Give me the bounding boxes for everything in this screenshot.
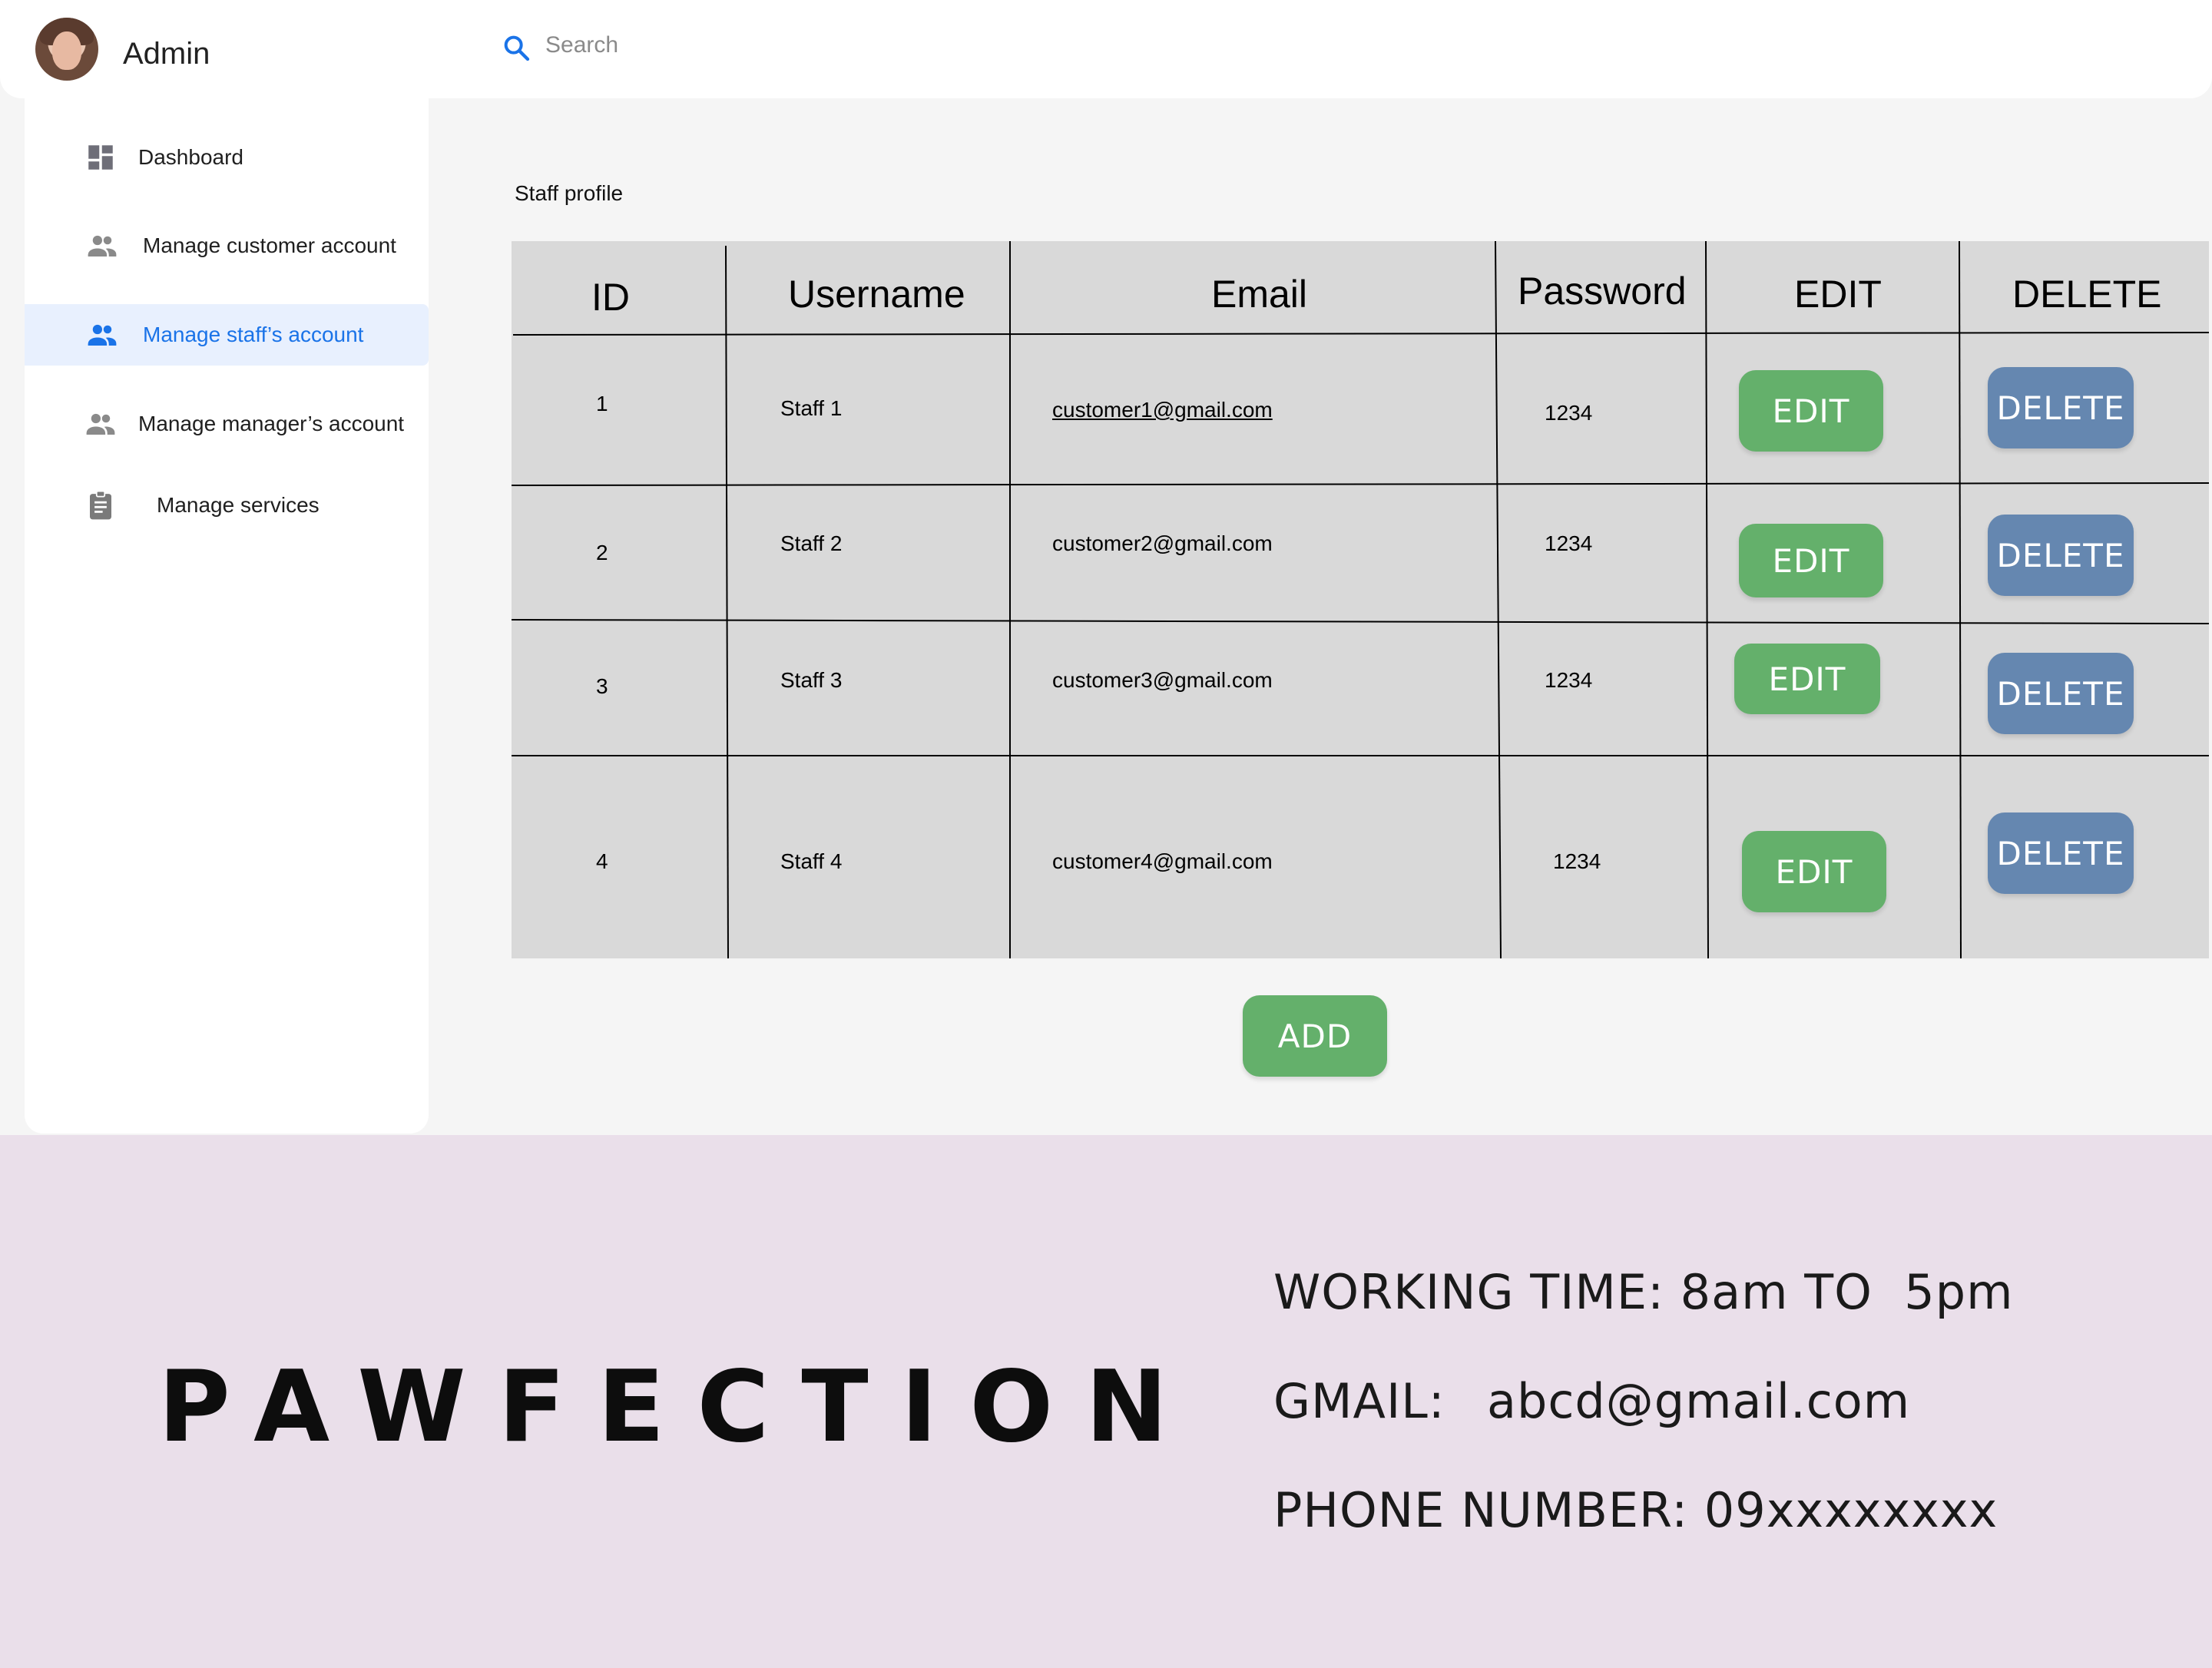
user-name: Admin	[123, 37, 210, 71]
gmail-value[interactable]: abcd@gmail.com	[1487, 1373, 1910, 1429]
table-cell-id: 3	[596, 674, 608, 698]
table-cell-password: 1234	[1545, 401, 1593, 425]
people-icon	[88, 235, 117, 256]
sidebar-item-manage-manager[interactable]: Manage manager’s account	[25, 393, 429, 455]
delete-button[interactable]: DELETE	[1988, 653, 2134, 734]
sidebar-item-manage-staff[interactable]: Manage staff’s account	[25, 304, 429, 366]
section-title: Staff profile	[515, 181, 624, 205]
delete-button[interactable]: DELETE	[1988, 367, 2134, 448]
gmail-label: GMAIL:	[1273, 1373, 1445, 1429]
column-header-delete: DELETE	[2012, 273, 2162, 316]
table-cell-password: 1234	[1553, 849, 1601, 873]
table-cell-id: 2	[596, 541, 608, 564]
table-cell-email-link[interactable]: customer1@gmail.com	[1052, 398, 1273, 422]
edit-button[interactable]: EDIT	[1734, 644, 1880, 714]
table-cell-email: customer4@gmail.com	[1052, 849, 1273, 873]
column-header-username: Username	[788, 273, 965, 316]
edit-button[interactable]: EDIT	[1742, 831, 1886, 912]
brand-logo-text: PAWFECTION	[158, 1350, 1200, 1464]
sidebar-item-dashboard[interactable]: Dashboard	[25, 127, 429, 188]
table-cell-email: customer3@gmail.com	[1052, 668, 1273, 692]
people-icon	[88, 324, 117, 346]
table-cell-password: 1234	[1545, 668, 1593, 692]
sidebar-item-manage-services[interactable]: Manage services	[25, 475, 429, 536]
column-header-edit: EDIT	[1794, 273, 1882, 316]
search-input[interactable]: Search	[545, 32, 618, 58]
edit-button[interactable]: EDIT	[1739, 524, 1883, 597]
sidebar-item-label: Manage manager’s account	[138, 412, 405, 435]
top-bar: Admin Search	[0, 0, 2212, 98]
column-header-id: ID	[591, 276, 630, 319]
delete-button[interactable]: DELETE	[1988, 515, 2134, 596]
table-cell-username: Staff 2	[780, 531, 843, 555]
table-cell-id: 1	[596, 392, 608, 415]
column-header-password: Password	[1518, 270, 1687, 313]
sidebar-item-label: Manage services	[157, 493, 320, 517]
table-cell-username: Staff 3	[780, 668, 843, 692]
table-cell-username: Staff 1	[780, 396, 843, 420]
column-header-email: Email	[1211, 273, 1308, 316]
people-icon	[86, 413, 115, 435]
avatar[interactable]	[35, 18, 98, 81]
sidebar-item-label: Manage customer account	[143, 233, 396, 257]
table-cell-username: Staff 4	[780, 849, 843, 873]
sidebar-item-label: Dashboard	[138, 145, 243, 169]
table-cell-id: 4	[596, 849, 608, 873]
clipboard-icon	[90, 490, 111, 520]
sidebar-item-label: Manage staff’s account	[143, 323, 364, 346]
staff-table: ID Username Email Password EDIT DELETE 1…	[512, 241, 2209, 958]
search-icon[interactable]	[501, 32, 531, 63]
sidebar: Dashboard Manage customer account Manage…	[25, 98, 429, 1134]
dashboard-icon	[88, 145, 113, 170]
phone-number: PHONE NUMBER: 09xxxxxxxx	[1273, 1482, 1998, 1538]
add-button[interactable]: ADD	[1243, 995, 1387, 1077]
working-time: WORKING TIME: 8am TO 5pm	[1273, 1264, 2014, 1320]
table-cell-email: customer2@gmail.com	[1052, 531, 1273, 555]
table-cell-password: 1234	[1545, 531, 1593, 555]
sidebar-item-manage-customer[interactable]: Manage customer account	[25, 215, 429, 276]
table-grid-lines	[512, 241, 2209, 958]
edit-button[interactable]: EDIT	[1739, 370, 1883, 452]
delete-button[interactable]: DELETE	[1988, 812, 2134, 894]
